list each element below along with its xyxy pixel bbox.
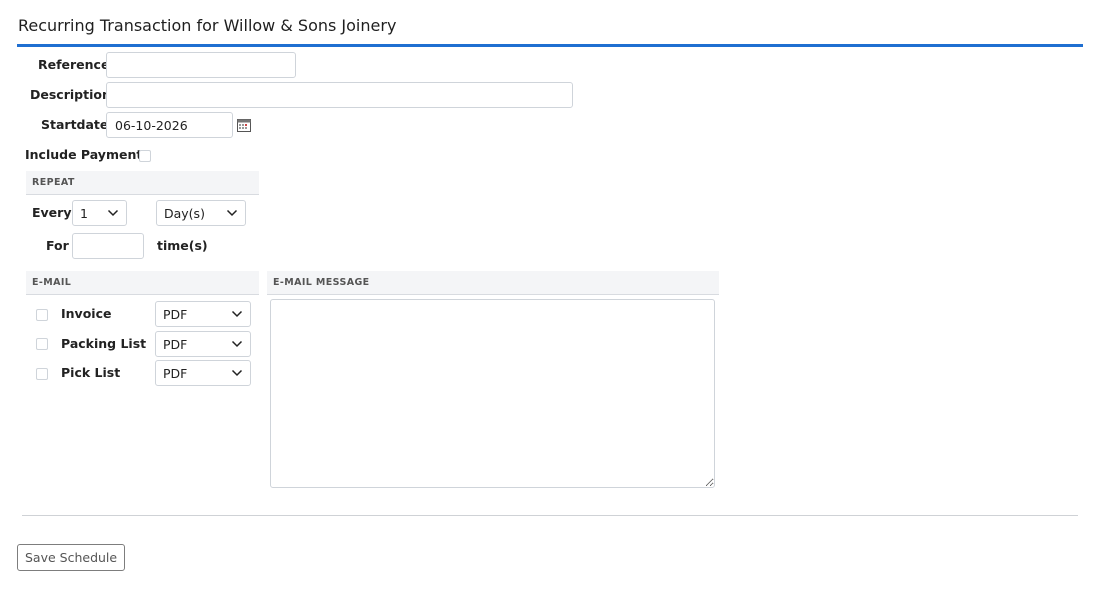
email-message-textarea[interactable] [270, 299, 715, 488]
reference-label: Reference [38, 57, 110, 72]
invoice-label: Invoice [61, 306, 112, 321]
invoice-format-select[interactable]: PDF [155, 301, 251, 327]
invoice-format-value: PDF [163, 306, 188, 322]
startdate-input[interactable] [106, 112, 233, 138]
chevron-down-icon [231, 369, 243, 377]
repeat-unit-select[interactable]: Day(s) [156, 200, 246, 226]
description-label: Description [30, 87, 111, 102]
packing-list-format-value: PDF [163, 336, 188, 352]
times-label: time(s) [157, 238, 208, 253]
packing-list-format-select[interactable]: PDF [155, 331, 251, 357]
chevron-down-icon [231, 310, 243, 318]
chevron-down-icon [226, 209, 238, 217]
repeat-section-heading: REPEAT [26, 171, 259, 195]
every-select[interactable]: 1 [72, 200, 127, 226]
footer-divider [22, 515, 1078, 516]
packing-list-checkbox[interactable] [36, 338, 48, 350]
recurring-transaction-page: Recurring Transaction for Willow & Sons … [0, 0, 1100, 589]
chevron-down-icon [107, 209, 119, 217]
save-schedule-button[interactable]: Save Schedule [17, 544, 126, 571]
repeat-count-input[interactable] [72, 233, 144, 259]
invoice-checkbox[interactable] [36, 309, 48, 321]
title-divider [17, 44, 1083, 47]
pick-list-format-value: PDF [163, 365, 188, 381]
reference-input[interactable] [106, 52, 296, 78]
pick-list-format-select[interactable]: PDF [155, 360, 251, 386]
pick-list-checkbox[interactable] [36, 368, 48, 380]
every-select-value: 1 [80, 205, 88, 221]
email-section-heading: E-MAIL [26, 271, 259, 295]
every-label: Every [32, 205, 72, 220]
include-payment-label: Include Payment [25, 147, 143, 162]
for-label: For [46, 238, 69, 253]
chevron-down-icon [231, 340, 243, 348]
calendar-icon[interactable] [237, 119, 251, 132]
repeat-unit-value: Day(s) [164, 205, 205, 221]
page-title: Recurring Transaction for Willow & Sons … [18, 16, 397, 35]
startdate-label: Startdate [41, 117, 109, 132]
pick-list-label: Pick List [61, 365, 121, 380]
description-input[interactable] [106, 82, 573, 108]
include-payment-checkbox[interactable] [139, 150, 151, 162]
packing-list-label: Packing List [61, 336, 147, 351]
email-message-section-heading: E-MAIL MESSAGE [267, 271, 719, 295]
